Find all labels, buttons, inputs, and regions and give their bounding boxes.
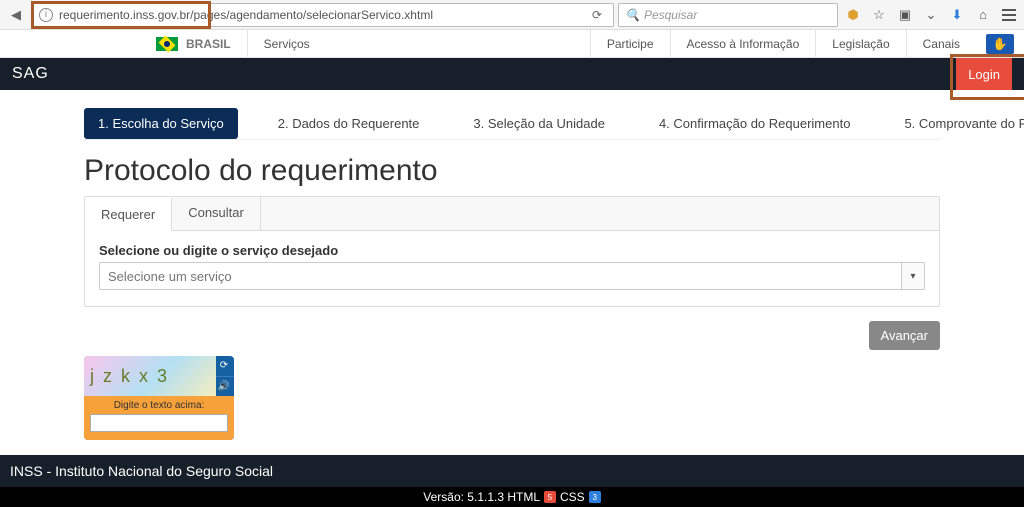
- gov-country[interactable]: BRASIL: [186, 30, 247, 58]
- tab-strip: Requerer Consultar: [85, 197, 939, 231]
- footer-version: Versão: 5.1.1.3 HTML 5 CSS 3: [0, 487, 1024, 507]
- site-info-icon[interactable]: i: [39, 8, 53, 22]
- gov-accessibility-icon[interactable]: ✋: [986, 34, 1014, 54]
- address-bar[interactable]: i requerimento.inss.gov.br/pages/agendam…: [32, 3, 614, 27]
- gov-bar: BRASIL Serviços Participe Acesso à Infor…: [0, 30, 1024, 58]
- brazil-flag-icon: [156, 37, 178, 51]
- search-icon: 🔍: [625, 8, 640, 22]
- reload-icon[interactable]: ⟳: [587, 8, 607, 22]
- govbar-item-acesso[interactable]: Acesso à Informação: [670, 30, 816, 58]
- search-placeholder: Pesquisar: [644, 8, 697, 22]
- captcha-prompt: Digite o texto acima:: [90, 400, 228, 411]
- captcha-input[interactable]: [90, 414, 228, 432]
- footer-institution: INSS - Instituto Nacional do Seguro Soci…: [0, 455, 1024, 487]
- captcha-widget: j z k x 3 ⟳ 🔊 Digite o texto acima:: [84, 356, 234, 440]
- footer-version-css: CSS: [560, 490, 585, 504]
- step-4[interactable]: 4. Confirmação do Requerimento: [645, 108, 865, 139]
- login-button-label: Login: [968, 67, 1000, 82]
- reading-list-icon[interactable]: ▣: [894, 4, 916, 26]
- govbar-item-servicos[interactable]: Serviços: [247, 30, 326, 58]
- step-5[interactable]: 5. Comprovante do Requerimento: [890, 108, 1024, 139]
- pocket-icon[interactable]: ⌄: [920, 4, 942, 26]
- govbar-item-participe[interactable]: Participe: [590, 30, 670, 58]
- browser-toolbar: ◀ i requerimento.inss.gov.br/pages/agend…: [0, 0, 1024, 30]
- back-button[interactable]: ◀: [4, 3, 28, 27]
- tab-consultar[interactable]: Consultar: [172, 197, 261, 230]
- tabs-panel: Requerer Consultar Selecione ou digite o…: [84, 196, 940, 307]
- actions-row: Avançar: [84, 321, 940, 350]
- page-footer: INSS - Instituto Nacional do Seguro Soci…: [0, 455, 1024, 507]
- home-icon[interactable]: ⌂: [972, 4, 994, 26]
- service-combobox[interactable]: ▾: [99, 262, 925, 290]
- wizard-steps: 1. Escolha do Serviço 2. Dados do Requer…: [84, 108, 940, 140]
- browser-search-box[interactable]: 🔍 Pesquisar: [618, 3, 838, 27]
- advance-button[interactable]: Avançar: [869, 321, 940, 350]
- captcha-text: j z k x 3: [90, 366, 169, 387]
- html5-badge-icon: 5: [544, 491, 556, 503]
- step-1[interactable]: 1. Escolha do Serviço: [84, 108, 238, 139]
- step-3[interactable]: 3. Seleção da Unidade: [459, 108, 619, 139]
- service-input[interactable]: [99, 262, 901, 290]
- footer-version-text: Versão: 5.1.1.3 HTML: [423, 490, 540, 504]
- css3-badge-icon: 3: [589, 491, 601, 503]
- downloads-icon[interactable]: ⬇: [946, 4, 968, 26]
- app-header: SAG Login: [0, 58, 1024, 90]
- captcha-refresh-icon[interactable]: ⟳: [216, 356, 234, 377]
- tab-body: Selecione ou digite o serviço desejado ▾: [85, 231, 939, 306]
- page-title: Protocolo do requerimento: [84, 154, 940, 188]
- govbar-item-legislacao[interactable]: Legislação: [815, 30, 905, 58]
- service-dropdown-toggle[interactable]: ▾: [901, 262, 925, 290]
- app-title: SAG: [12, 65, 49, 83]
- step-2[interactable]: 2. Dados do Requerente: [264, 108, 434, 139]
- tab-requerer[interactable]: Requerer: [85, 197, 172, 231]
- service-field-label: Selecione ou digite o serviço desejado: [99, 243, 925, 258]
- captcha-image: j z k x 3 ⟳ 🔊: [84, 356, 234, 396]
- login-button[interactable]: Login: [956, 58, 1012, 90]
- menu-icon[interactable]: [998, 4, 1020, 26]
- bookmark-star-icon[interactable]: ☆: [868, 4, 890, 26]
- captcha-audio-icon[interactable]: 🔊: [216, 377, 234, 397]
- url-text: requerimento.inss.gov.br/pages/agendamen…: [59, 8, 433, 22]
- extension-icon[interactable]: ⬢: [842, 4, 864, 26]
- govbar-item-canais[interactable]: Canais: [906, 30, 976, 58]
